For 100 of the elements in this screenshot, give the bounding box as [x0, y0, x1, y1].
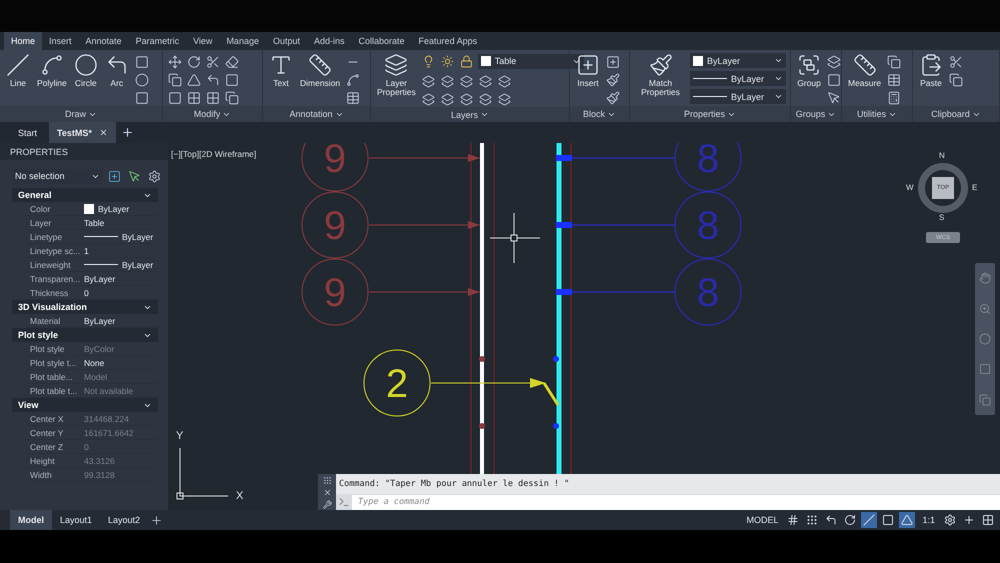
ribbon-tab[interactable]: Insert: [42, 32, 79, 50]
layout-tab[interactable]: Layout2: [100, 510, 148, 530]
ribbon-tab[interactable]: Featured Apps: [412, 32, 484, 50]
document-tab[interactable]: Start: [10, 122, 46, 143]
property-value[interactable]: ByLayer: [81, 202, 158, 215]
section-header[interactable]: Plot style: [12, 328, 158, 342]
property-dropdown[interactable]: ByLayer: [690, 71, 786, 86]
panel-title[interactable]: Modify: [194, 109, 220, 119]
layout-tab[interactable]: Layout1: [52, 510, 100, 530]
property-value[interactable]: None: [81, 356, 158, 369]
tool-icon[interactable]: [948, 54, 964, 70]
panel-title[interactable]: Layers: [450, 110, 478, 120]
ribbon-tool-button[interactable]: Paste: [917, 53, 945, 88]
tool-icon[interactable]: [186, 54, 202, 70]
ribbon-tab[interactable]: View: [186, 32, 220, 50]
tool-icon[interactable]: [224, 90, 240, 106]
property-value[interactable]: ByLayer: [81, 272, 158, 285]
settings-icon[interactable]: [942, 512, 958, 528]
tool-icon[interactable]: [134, 72, 150, 88]
select-objects-icon[interactable]: [106, 168, 122, 184]
quick-select-icon[interactable]: [146, 168, 162, 184]
scale-dropdown[interactable]: 1:1: [918, 515, 939, 525]
ribbon-tool-button[interactable]: Layer Properties: [375, 53, 418, 98]
tool-icon[interactable]: [134, 54, 150, 70]
layer-tool-icon[interactable]: [478, 73, 494, 89]
tool-icon[interactable]: [345, 72, 362, 88]
layer-dropdown[interactable]: Table: [478, 54, 584, 68]
tool-icon[interactable]: [605, 72, 621, 88]
menu-icon[interactable]: [980, 512, 996, 528]
ribbon-tab[interactable]: Collaborate: [352, 32, 412, 50]
section-header[interactable]: View: [12, 398, 158, 412]
tool-icon[interactable]: [167, 72, 183, 88]
layer-tool-icon[interactable]: [496, 73, 513, 89]
tool-icon[interactable]: [134, 90, 150, 106]
layer-tool-icon[interactable]: [420, 73, 437, 89]
ribbon-tool-button[interactable]: Group: [795, 53, 823, 88]
layer-tool-icon[interactable]: [440, 73, 456, 89]
tool-icon[interactable]: [205, 72, 221, 88]
property-value[interactable]: Table: [81, 216, 158, 229]
tool-icon[interactable]: [826, 54, 842, 70]
property-value[interactable]: ByLayer: [81, 314, 158, 327]
tool-icon[interactable]: [224, 54, 240, 70]
layer-tool-icon[interactable]: [440, 91, 456, 107]
ribbon-tab[interactable]: Home: [4, 32, 42, 50]
property-dropdown[interactable]: ByLayer: [690, 89, 786, 104]
close-icon[interactable]: [98, 128, 108, 137]
tool-icon[interactable]: [886, 54, 902, 70]
tool-icon[interactable]: [345, 90, 362, 106]
nav-tool-icon[interactable]: [977, 330, 993, 347]
ribbon-tool-button[interactable]: Dimension: [298, 53, 342, 88]
ribbon-tab[interactable]: Output: [266, 32, 307, 50]
ribbon-tool-button[interactable]: Circle: [72, 53, 100, 88]
tool-icon[interactable]: [205, 54, 221, 70]
ribbon-tool-button[interactable]: Arc: [102, 53, 131, 88]
section-header[interactable]: 3D Visualization: [12, 300, 158, 314]
tool-icon[interactable]: [167, 90, 183, 106]
ribbon-tab[interactable]: Add-ins: [307, 32, 352, 50]
property-value[interactable]: 0: [81, 286, 158, 299]
property-dropdown[interactable]: ByLayer: [690, 53, 786, 68]
tool-icon[interactable]: [605, 90, 621, 106]
panel-title[interactable]: Draw: [64, 109, 86, 119]
property-value[interactable]: 1: [81, 244, 158, 257]
property-value[interactable]: ByLayer: [81, 230, 158, 243]
section-header[interactable]: General: [12, 188, 158, 202]
space-toggle[interactable]: MODEL: [742, 515, 782, 525]
annotation-icon[interactable]: [899, 512, 916, 528]
layout-tab[interactable]: Model: [10, 510, 52, 530]
tool-icon[interactable]: [886, 72, 902, 88]
tool-icon[interactable]: [167, 54, 183, 70]
ribbon-tool-button[interactable]: Match Properties: [634, 53, 687, 98]
layer-tool-icon[interactable]: [458, 91, 475, 107]
nav-tool-icon[interactable]: [977, 270, 993, 286]
tool-icon[interactable]: [186, 90, 202, 106]
ribbon-tool-button[interactable]: Line: [4, 53, 32, 88]
osnap-icon[interactable]: [861, 512, 878, 528]
document-tab[interactable]: TestMS*: [49, 122, 116, 143]
ribbon-tab[interactable]: Manage: [219, 32, 266, 50]
layer-tool-icon[interactable]: [420, 91, 437, 107]
layer-tool-icon[interactable]: [458, 73, 475, 89]
viewport-label[interactable]: [−][Top][2D Wireframe]: [171, 149, 256, 159]
sun-icon[interactable]: [440, 53, 456, 69]
layer-tool-icon[interactable]: [478, 91, 494, 107]
panel-title[interactable]: Properties: [684, 109, 726, 119]
ribbon-tool-button[interactable]: Measure: [846, 53, 884, 88]
ribbon-tab[interactable]: Parametric: [128, 32, 186, 50]
ribbon-tab[interactable]: Annotate: [78, 32, 129, 50]
tool-icon[interactable]: [224, 72, 240, 88]
property-value[interactable]: ByLayer: [81, 258, 158, 271]
tool-icon[interactable]: [948, 72, 964, 88]
tool-icon[interactable]: [826, 72, 842, 88]
ribbon-tool-button[interactable]: Text: [267, 53, 295, 88]
selection-dropdown[interactable]: No selection: [12, 168, 103, 184]
tool-icon[interactable]: [605, 54, 621, 70]
command-input[interactable]: Type a command: [352, 494, 1000, 510]
tool-icon[interactable]: [186, 72, 202, 88]
tool-icon[interactable]: [205, 90, 221, 106]
lock-icon[interactable]: [458, 53, 475, 69]
tool-icon[interactable]: [826, 90, 842, 106]
layer-tool-icon[interactable]: [496, 91, 513, 107]
ribbon-tool-button[interactable]: Polyline: [35, 53, 69, 88]
